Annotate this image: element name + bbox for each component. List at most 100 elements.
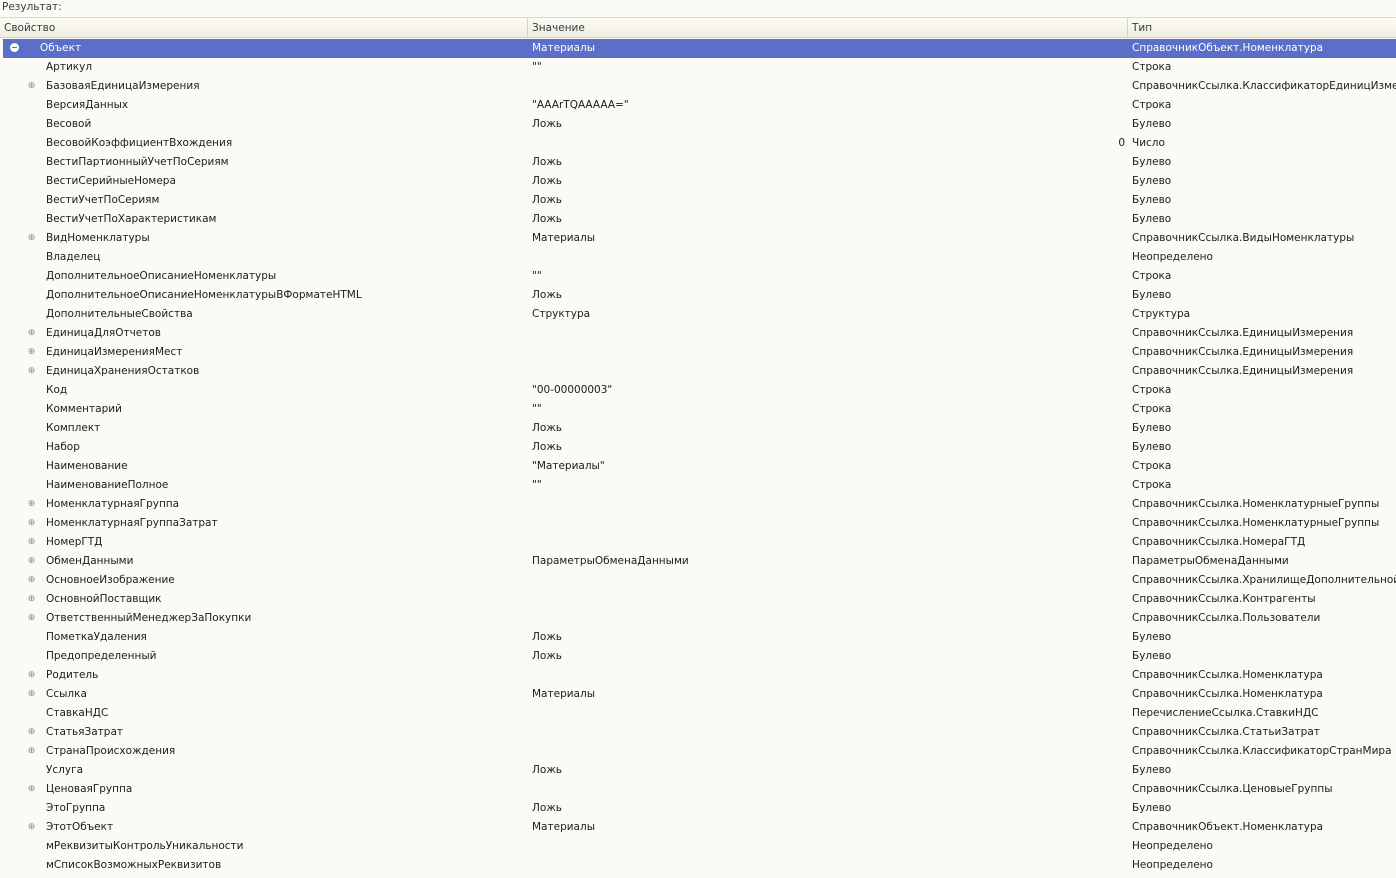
tree-row[interactable]: ДополнительноеОписаниеНоменклатуры "" Стро… — [0, 267, 1396, 286]
tree-row[interactable]: Владелец Неопределено — [0, 248, 1396, 267]
numeric-value-cell — [1100, 495, 1125, 514]
expand-plus-icon[interactable]: ⊕ — [27, 614, 36, 623]
tree-row[interactable]: ⊕ СтранаПроисхождения СправочникСсылка.Кла… — [0, 742, 1396, 761]
expand-plus-icon[interactable]: ⊕ — [27, 519, 36, 528]
tree-row[interactable]: ВесовойКоэффициентВхождения 0 Число — [0, 134, 1396, 153]
value-cell: Ложь — [532, 213, 562, 225]
expand-plus-icon[interactable]: ⊕ — [27, 557, 36, 566]
expand-plus-icon[interactable]: ⊕ — [27, 348, 36, 357]
tree-row[interactable]: Артикул "" Строка — [0, 58, 1396, 77]
property-cell: Наименование — [46, 460, 128, 472]
property-cell: ОтветственныйМенеджерЗаПокупки — [46, 612, 252, 624]
tree-row[interactable]: ⊕ ОсновноеИзображение СправочникСсылка.Хра… — [0, 571, 1396, 590]
expand-plus-icon[interactable]: ⊕ — [27, 671, 36, 680]
type-cell: СправочникСсылка.Пользователи — [1132, 612, 1321, 624]
tree-row[interactable]: ⊕ БазоваяЕдиницаИзмерения СправочникСсылка… — [0, 77, 1396, 96]
expand-plus-icon[interactable]: ⊕ — [27, 823, 36, 832]
type-cell: СправочникСсылка.Номенклатура — [1132, 669, 1323, 681]
tree-row[interactable]: СтавкаНДС ПеречислениеСсылка.СтавкиНДС — [0, 704, 1396, 723]
type-cell: СправочникОбъект.Номенклатура — [1132, 42, 1324, 54]
tree-row-selected[interactable]: Объект Материалы СправочникОбъект.Номенкла… — [3, 39, 1396, 58]
tree-row[interactable]: Услуга Ложь Булево — [0, 761, 1396, 780]
tree-row[interactable]: ВестиСерийныеНомера Ложь Булево — [0, 172, 1396, 191]
tree-row[interactable]: ⊕ ВидНоменклатуры Материалы СправочникСсылк… — [0, 229, 1396, 248]
value-cell: Ложь — [532, 194, 562, 206]
tree-row[interactable]: Набор Ложь Булево — [0, 438, 1396, 457]
type-cell: Структура — [1132, 308, 1191, 320]
tree-row[interactable]: ⊕ Родитель СправочникСсылка.Номенклатура — [0, 666, 1396, 685]
value-cell: Ложь — [532, 289, 562, 301]
tree-row[interactable]: ⊕ НоменклатурнаяГруппаЗатрат СправочникСсы… — [0, 514, 1396, 533]
tree-row[interactable]: ⊕ НоменклатурнаяГруппа СправочникСсылка.Но… — [0, 495, 1396, 514]
column-header-type[interactable]: Тип — [1128, 18, 1396, 38]
type-cell: СправочникСсылка.ЕдиницыИзмерения — [1132, 327, 1354, 339]
expand-plus-icon[interactable]: ⊕ — [27, 595, 36, 604]
type-cell: СправочникСсылка.КлассификаторЕдиницИзме… — [1132, 80, 1396, 92]
expand-plus-icon[interactable]: ⊕ — [27, 728, 36, 737]
expand-plus-icon[interactable]: ⊕ — [27, 538, 36, 547]
expand-plus-icon[interactable]: ⊕ — [27, 234, 36, 243]
tree-row[interactable]: ВестиПартионныйУчетПоСериям Ложь Булево — [0, 153, 1396, 172]
tree-row[interactable]: ⊕ ЕдиницаХраненияОстатков СправочникСсылка… — [0, 362, 1396, 381]
value-cell: Материалы — [532, 232, 595, 244]
tree-row[interactable]: ⊕ ЦеноваяГруппа СправочникСсылка.ЦеновыеГр… — [0, 780, 1396, 799]
tree-row[interactable]: Весовой Ложь Булево — [0, 115, 1396, 134]
tree-row[interactable]: ВестиУчетПоХарактеристикам Ложь Булево — [0, 210, 1396, 229]
expand-plus-icon[interactable]: ⊕ — [27, 329, 36, 338]
tree-row[interactable]: ⊕ ЕдиницаИзмеренияМест СправочникСсылка.Ед… — [0, 343, 1396, 362]
property-cell: ЕдиницаДляОтчетов — [46, 327, 161, 339]
numeric-value-cell — [1100, 799, 1125, 818]
expand-plus-icon[interactable]: ⊕ — [27, 576, 36, 585]
expand-plus-icon[interactable]: ⊕ — [27, 367, 36, 376]
tree-row[interactable]: ВерсияДанных "AAArTQAAAAA=" Строка — [0, 96, 1396, 115]
expand-plus-icon[interactable]: ⊕ — [27, 747, 36, 756]
type-cell: Булево — [1132, 194, 1172, 206]
tree-row[interactable]: Наименование "Материалы" Строка — [0, 457, 1396, 476]
expand-plus-icon[interactable]: ⊕ — [27, 82, 36, 91]
tree-row[interactable]: ЭтоГруппа Ложь Булево — [0, 799, 1396, 818]
value-cell: Материалы — [532, 688, 595, 700]
expand-plus-icon[interactable]: ⊕ — [27, 500, 36, 509]
property-cell: ЕдиницаИзмеренияМест — [46, 346, 183, 358]
tree-row[interactable]: мРеквизитыКонтрольУникальности Неопределе… — [0, 837, 1396, 856]
type-cell: Булево — [1132, 289, 1172, 301]
property-cell: Комментарий — [46, 403, 122, 415]
tree-row[interactable]: ⊕ НомерГТД СправочникСсылка.НомераГТД — [0, 533, 1396, 552]
value-cell — [532, 837, 1122, 856]
tree-row[interactable]: ⊕ ОсновнойПоставщик СправочникСсылка.Контр… — [0, 590, 1396, 609]
tree-row[interactable]: ВестиУчетПоСериям Ложь Булево — [0, 191, 1396, 210]
expand-plus-icon[interactable]: ⊕ — [27, 690, 36, 699]
tree-row[interactable]: ПометкаУдаления Ложь Булево — [0, 628, 1396, 647]
tree-row[interactable]: Комплект Ложь Булево — [0, 419, 1396, 438]
tree-row[interactable]: ⊕ ОбменДанными ПараметрыОбменаДанными Парам… — [0, 552, 1396, 571]
tree-row[interactable]: Комментарий "" Строка — [0, 400, 1396, 419]
type-cell: Строка — [1132, 61, 1172, 73]
property-cell: Владелец — [46, 251, 101, 263]
column-header-value[interactable]: Значение — [528, 18, 1128, 38]
expand-plus-icon[interactable]: ⊕ — [27, 785, 36, 794]
numeric-value-cell — [1100, 685, 1125, 704]
type-cell: ПеречислениеСсылка.СтавкиНДС — [1132, 707, 1319, 719]
numeric-value-cell — [1100, 818, 1125, 837]
value-cell: Структура — [532, 308, 591, 320]
tree-row[interactable]: ⊕ СтатьяЗатрат СправочникСсылка.СтатьиЗатр… — [0, 723, 1396, 742]
tree-row[interactable]: Предопределенный Ложь Булево — [0, 647, 1396, 666]
value-cell: "00-00000003" — [532, 384, 613, 396]
tree-row[interactable]: ⊕ ЕдиницаДляОтчетов СправочникСсылка.Едини… — [0, 324, 1396, 343]
column-header-property[interactable]: Свойство — [0, 18, 528, 38]
tree-row[interactable]: Код "00-00000003" Строка — [0, 381, 1396, 400]
tree-row[interactable]: ⊕ Ссылка Материалы СправочникСсылка.Номенкл… — [0, 685, 1396, 704]
collapse-minus-icon[interactable] — [10, 43, 19, 52]
type-cell: СправочникСсылка.ЦеновыеГруппы — [1132, 783, 1333, 795]
tree-row[interactable]: мСписокВозможныхРеквизитов Неопределено — [0, 856, 1396, 875]
tree-row[interactable]: ⊕ ЭтотОбъект Материалы СправочникОбъект.Ном… — [0, 818, 1396, 837]
tree-row[interactable]: ДополнительныеСвойства Структура Структура — [0, 305, 1396, 324]
tree-row[interactable]: ДополнительноеОписаниеНоменклатурыВФорма… — [0, 286, 1396, 305]
type-cell: Булево — [1132, 764, 1172, 776]
tree-row[interactable]: ⊕ ОтветственныйМенеджерЗаПокупки Справочни… — [0, 609, 1396, 628]
tree-row[interactable]: НаименованиеПолное "" Строка — [0, 476, 1396, 495]
type-cell: Булево — [1132, 650, 1172, 662]
table-header: Свойство Значение Тип — [0, 17, 1396, 38]
result-tree: Объект Материалы СправочникОбъект.Номенкла… — [0, 39, 1396, 875]
property-cell: Ссылка — [46, 688, 87, 700]
